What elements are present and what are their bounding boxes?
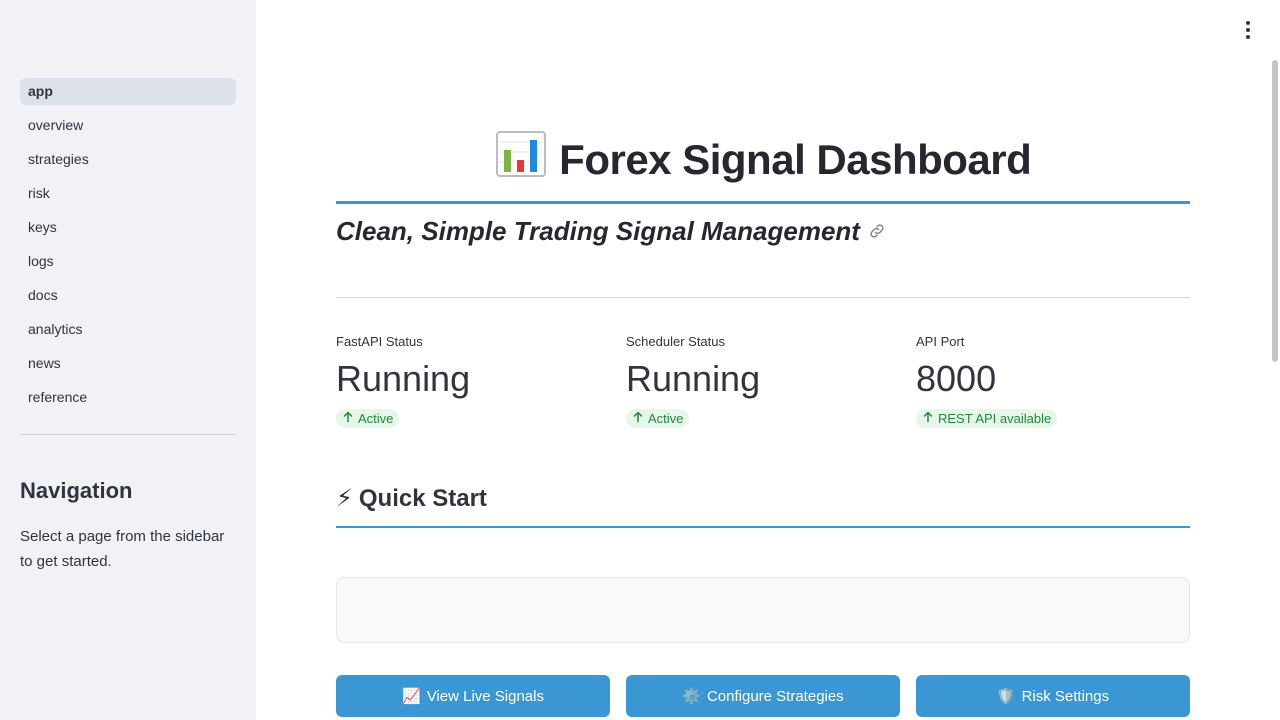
quick-start-heading: ⚡ Quick Start [336,484,487,513]
view-live-signals-button[interactable]: 📈 View Live Signals [336,675,610,717]
sidebar-help-text: Select a page from the sidebar to get st… [20,528,225,570]
kebab-dot [1246,21,1250,25]
sidebar-item-app[interactable]: app [20,78,236,105]
metric-value: Running [626,358,761,399]
quick-start-container [336,577,1190,643]
metric-label: Scheduler Status [626,334,726,349]
sidebar-item-reference[interactable]: reference [20,384,236,411]
metric-value: 8000 [916,358,997,399]
quick-start-title: Quick Start [358,484,487,512]
sidebar-item-overview[interactable]: overview [20,112,236,139]
metric-label: API Port [916,334,965,349]
arrow-up-icon [632,411,644,426]
sidebar-item-strategies[interactable]: strategies [20,146,236,173]
page-subtitle: Clean, Simple Trading Signal Management [336,216,860,246]
scrollbar [1270,0,1280,720]
metric-delta: Active [626,409,690,428]
risk-settings-button[interactable]: 🛡️ Risk Settings [916,675,1190,717]
metric-fastapi-status: FastAPI Status Running Active [336,334,610,428]
subtitle-row: Clean, Simple Trading Signal Management [336,216,886,247]
page-title: Forex Signal Dashboard [559,136,1032,183]
kebab-dot [1246,35,1250,39]
button-label: Configure Strategies [706,687,844,705]
shield-icon: 🛡️ [996,688,1016,705]
sidebar-divider [20,434,236,435]
sidebar-item-analytics[interactable]: analytics [20,316,236,343]
metric-label: FastAPI Status [336,334,423,349]
chart-increasing-icon: 📈 [402,688,421,705]
bar-chart-icon [495,130,547,183]
metric-api-port: API Port 8000 REST API available [916,334,1190,428]
metric-delta-text: Active [648,411,684,426]
metric-delta-text: REST API available [938,411,1052,426]
arrow-up-icon [342,411,354,426]
lightning-icon: ⚡ [336,485,353,512]
link-icon[interactable] [868,222,886,245]
main-content: Forex Signal Dashboard Clean, Simple Tra… [336,0,1190,720]
metric-delta: REST API available [916,409,1058,428]
sidebar-item-news[interactable]: news [20,350,236,377]
sidebar-nav: app overview strategies risk keys logs d… [20,78,236,418]
metric-delta: Active [336,409,400,428]
main-menu-button[interactable] [1236,20,1260,40]
title-row: Forex Signal Dashboard [336,130,1190,184]
sidebar-item-risk[interactable]: risk [20,180,236,207]
sidebar-item-keys[interactable]: keys [20,214,236,241]
sidebar-item-logs[interactable]: logs [20,248,236,275]
metric-delta-text: Active [358,411,394,426]
divider [336,297,1190,298]
configure-strategies-button[interactable]: ⚙️ Configure Strategies [626,675,900,717]
title-underline [336,201,1190,204]
sidebar: app overview strategies risk keys logs d… [0,0,256,720]
gear-icon: ⚙️ [682,688,701,705]
button-label: View Live Signals [426,687,544,705]
section-underline [336,526,1190,528]
scrollbar-thumb[interactable] [1272,60,1278,362]
metric-value: Running [336,358,471,399]
sidebar-item-docs[interactable]: docs [20,282,236,309]
kebab-dot [1246,28,1250,32]
metric-scheduler-status: Scheduler Status Running Active [626,334,900,428]
sidebar-heading: Navigation [20,478,133,503]
arrow-up-icon [922,411,934,426]
button-label: Risk Settings [1021,687,1110,705]
